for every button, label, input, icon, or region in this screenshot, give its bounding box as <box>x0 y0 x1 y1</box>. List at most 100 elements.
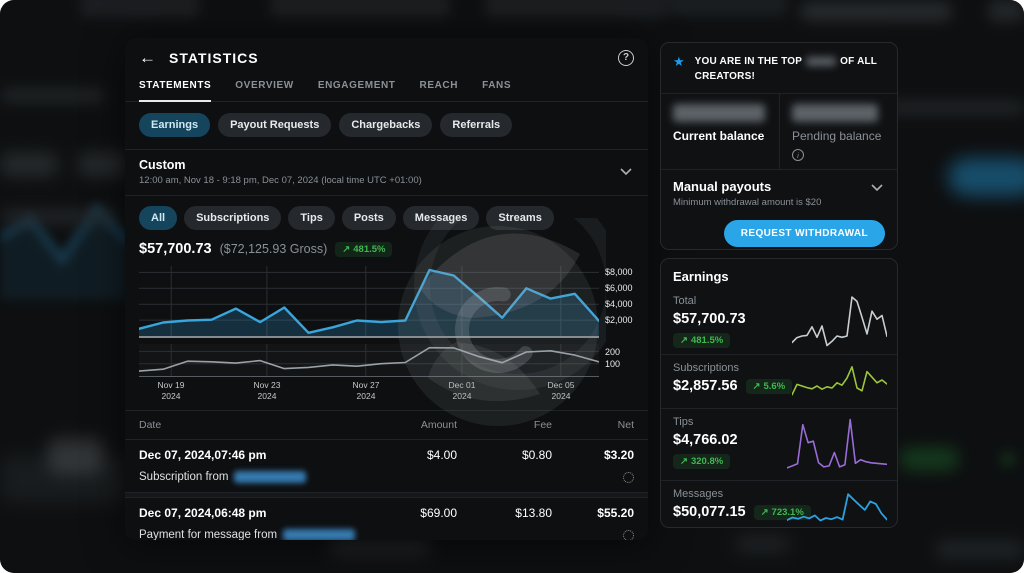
pill-chargebacks[interactable]: Chargebacks <box>339 113 432 137</box>
manual-payouts-section: Manual payouts Minimum withdrawal amount… <box>661 170 897 257</box>
help-icon[interactable]: ? <box>618 50 634 66</box>
top-creators-banner: ★ YOU ARE IN THE TOPOF ALL CREATORS! <box>661 43 897 93</box>
subscriptions-sparkline <box>792 362 887 402</box>
stat-value: $50,077.15 <box>673 504 746 520</box>
stat-subscriptions: Subscriptions $2,857.56 ↗ 5.6% <box>661 354 897 408</box>
tx-date: Dec 07, 2024,07:46 pm <box>139 448 367 462</box>
count-line-plot <box>139 344 599 376</box>
y-axis-label: 200 <box>605 347 648 357</box>
banner-text: YOU ARE IN THE TOPOF ALL CREATORS! <box>695 54 885 84</box>
x-axis-tick: Nov 272024 <box>339 380 393 402</box>
tx-description: Payment for message from <box>139 529 277 540</box>
tx-fee: $0.80 <box>457 448 552 462</box>
trend-up-icon: ↗ <box>753 381 761 392</box>
request-withdrawal-button[interactable]: REQUEST WITHDRAWAL <box>724 220 885 247</box>
x-axis-tick: Nov 232024 <box>240 380 294 402</box>
earnings-line-svg <box>139 266 599 336</box>
tab-overview[interactable]: OVERVIEW <box>235 73 294 102</box>
tab-statements[interactable]: STATEMENTS <box>139 73 211 102</box>
app-window: ← STATISTICS ? STATEMENTS OVERVIEW ENGAG… <box>0 0 1024 573</box>
stat-messages: Messages $50,077.15 ↗ 723.1% <box>661 480 897 528</box>
col-amount: Amount <box>367 419 457 431</box>
chevron-down-icon[interactable] <box>871 184 883 192</box>
current-balance-label: Current balance <box>673 129 767 143</box>
earnings-chart: $8,000 $6,000 $4,000 $2,000 200 100 Nov … <box>139 266 634 406</box>
col-date: Date <box>139 419 367 431</box>
stat-change-badge: ↗ 481.5% <box>673 333 730 348</box>
stat-total: Total $57,700.73 ↗ 481.5% <box>661 288 897 354</box>
change-badge: ↗ 481.5% <box>335 242 392 257</box>
payouts-title: Manual payouts <box>673 179 885 194</box>
date-range-selector[interactable]: Custom 12:00 am, Nov 18 - 9:18 pm, Dec 0… <box>125 149 648 195</box>
filter-tips[interactable]: Tips <box>288 206 334 230</box>
pending-balance-label: Pending balance <box>792 129 885 143</box>
change-value: 481.5% <box>353 244 385 255</box>
table-row: Dec 07, 2024,06:48 pm $69.00 $13.80 $55.… <box>125 497 648 540</box>
info-icon[interactable]: i <box>792 149 804 161</box>
pill-earnings[interactable]: Earnings <box>139 113 210 137</box>
y-axis-label: 100 <box>605 359 648 369</box>
blurred-username-link[interactable] <box>283 529 355 540</box>
date-range-detail: 12:00 am, Nov 18 - 9:18 pm, Dec 07, 2024… <box>139 175 614 186</box>
pill-payout-requests[interactable]: Payout Requests <box>218 113 331 137</box>
filter-posts[interactable]: Posts <box>342 206 396 230</box>
trend-up-icon: ↗ <box>342 244 350 255</box>
x-axis-tick: Dec 052024 <box>534 380 588 402</box>
y-axis-label: $2,000 <box>605 315 648 325</box>
balance-card: ★ YOU ARE IN THE TOPOF ALL CREATORS! Cur… <box>660 42 898 250</box>
trend-up-icon: ↗ <box>680 456 688 467</box>
tab-reach[interactable]: REACH <box>420 73 459 102</box>
filter-all[interactable]: All <box>139 206 177 230</box>
tx-fee: $13.80 <box>457 506 552 520</box>
spinner-icon <box>623 530 634 541</box>
payouts-subtitle: Minimum withdrawal amount is $20 <box>673 197 885 208</box>
pending-balance-cell: Pending balance i <box>779 94 897 169</box>
current-balance-cell: Current balance <box>661 94 779 169</box>
blurred-username-link[interactable] <box>234 471 306 483</box>
y-axis-label: $6,000 <box>605 283 648 293</box>
tx-net: $55.20 <box>552 506 634 520</box>
star-icon: ★ <box>673 54 685 70</box>
date-range-preset: Custom <box>139 158 614 172</box>
blurred-percent <box>806 57 836 66</box>
gross-amount: ($72,125.93 Gross) <box>220 242 328 256</box>
earnings-line-plot <box>139 266 599 336</box>
y-axis-label: $4,000 <box>605 299 648 309</box>
back-arrow-icon[interactable]: ← <box>139 49 156 66</box>
report-type-pills: Earnings Payout Requests Chargebacks Ref… <box>125 102 648 149</box>
trend-up-icon: ↗ <box>680 335 688 346</box>
chart-baseline <box>139 336 599 338</box>
messages-sparkline <box>787 490 887 526</box>
filter-messages[interactable]: Messages <box>403 206 480 230</box>
tx-amount: $69.00 <box>367 506 457 520</box>
tab-bar: STATEMENTS OVERVIEW ENGAGEMENT REACH FAN… <box>125 73 648 102</box>
stat-value: $2,857.56 <box>673 378 738 394</box>
tx-amount: $4.00 <box>367 448 457 462</box>
stat-tips: Tips $4,766.02 ↗ 320.8% <box>661 408 897 480</box>
balances-row: Current balance Pending balance i <box>661 94 897 169</box>
tips-sparkline <box>787 417 887 471</box>
filter-streams[interactable]: Streams <box>486 206 553 230</box>
col-fee: Fee <box>457 419 552 431</box>
x-axis-tick: Nov 192024 <box>144 380 198 402</box>
net-amount: $57,700.73 <box>139 241 212 257</box>
tx-description: Subscription from <box>139 471 228 483</box>
col-net: Net <box>552 419 634 431</box>
tab-fans[interactable]: FANS <box>482 73 511 102</box>
earnings-summary-card: Earnings Total $57,700.73 ↗ 481.5% Subsc… <box>660 258 898 528</box>
tab-engagement[interactable]: ENGAGEMENT <box>318 73 396 102</box>
x-axis-tick: Dec 012024 <box>435 380 489 402</box>
trend-up-icon: ↗ <box>761 507 769 518</box>
tx-date: Dec 07, 2024,06:48 pm <box>139 506 367 520</box>
earning-type-filters: All Subscriptions Tips Posts Messages St… <box>125 195 648 240</box>
chevron-down-icon[interactable] <box>620 168 632 176</box>
transactions-table: Date Amount Fee Net Dec 07, 2024,07:46 p… <box>125 410 648 540</box>
page-title: STATISTICS <box>169 50 605 66</box>
filter-subscriptions[interactable]: Subscriptions <box>184 206 281 230</box>
spinner-icon <box>623 472 634 483</box>
stat-change-badge: ↗ 5.6% <box>746 379 793 394</box>
mini-chart-baseline <box>139 376 599 377</box>
pill-referrals[interactable]: Referrals <box>440 113 512 137</box>
tx-net: $3.20 <box>552 448 634 462</box>
statistics-panel: ← STATISTICS ? STATEMENTS OVERVIEW ENGAG… <box>125 38 648 540</box>
